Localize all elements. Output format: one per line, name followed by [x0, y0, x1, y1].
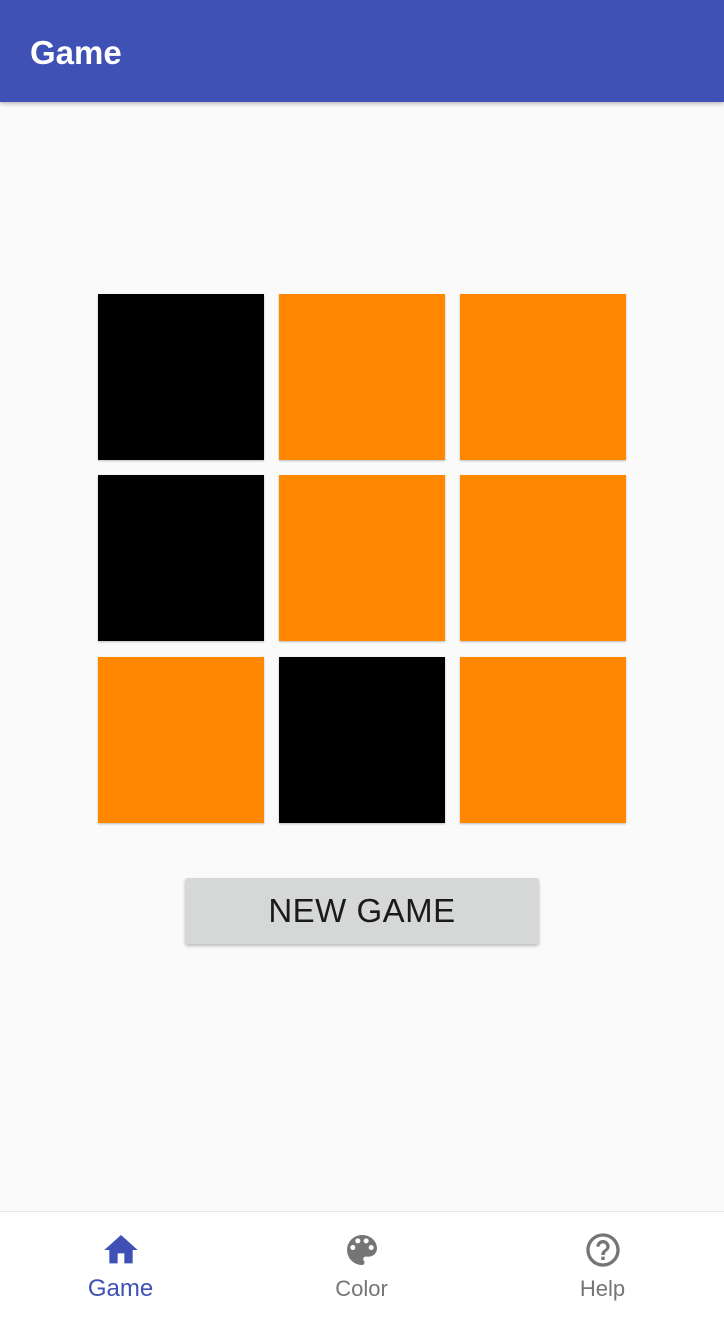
app-bar: Game — [0, 0, 724, 102]
board-cell-r1-c3[interactable] — [460, 294, 626, 460]
new-game-button[interactable]: NEW GAME — [185, 878, 539, 944]
nav-item-help[interactable]: Help — [482, 1212, 723, 1317]
game-board — [98, 294, 626, 823]
app-title: Game — [30, 34, 122, 71]
help-circle-icon — [585, 1233, 620, 1267]
nav-label-help: Help — [579, 1276, 626, 1301]
palette-icon — [346, 1235, 377, 1265]
nav-item-color[interactable]: Color — [241, 1212, 482, 1317]
board-cell-r1-c2[interactable] — [279, 294, 445, 460]
board-cell-r1-c1[interactable] — [98, 294, 264, 460]
nav-label-game: Game — [87, 1275, 154, 1302]
board-cell-r2-c2[interactable] — [279, 475, 445, 641]
board-cell-r3-c2[interactable] — [279, 657, 445, 823]
board-cell-r2-c3[interactable] — [460, 475, 626, 641]
bottom-navigation: Game Color Help — [0, 1211, 724, 1317]
nav-item-game[interactable]: Game — [0, 1212, 241, 1317]
board-cell-r3-c1[interactable] — [98, 657, 264, 823]
board-cell-r2-c1[interactable] — [98, 475, 264, 641]
home-icon — [103, 1235, 138, 1264]
board-cell-r3-c3[interactable] — [460, 657, 626, 823]
nav-label-color: Color — [335, 1276, 388, 1301]
